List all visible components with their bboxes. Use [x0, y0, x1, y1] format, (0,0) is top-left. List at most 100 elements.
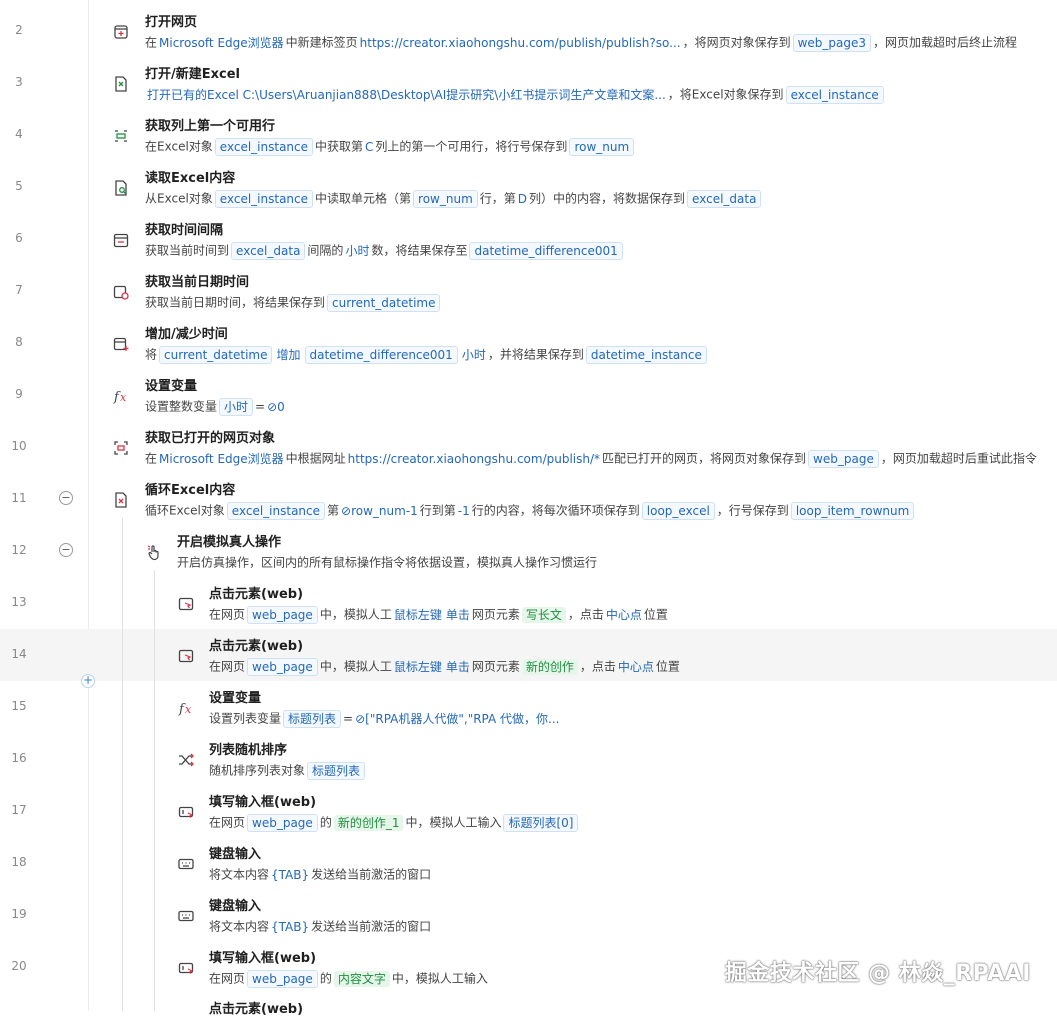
flow-step-row[interactable]: 5 读取Excel内容 从Excel对象 excel_instance 中读取单元格（第… [0, 161, 1057, 213]
step-description: 打开已有的Excel C:\Users\Aruanjian888\Desktop… [145, 85, 886, 104]
variable-chip[interactable]: 标题列表 [283, 709, 342, 728]
param-link[interactable]: 中心点 [618, 660, 654, 674]
param-link[interactable]: Microsoft Edge浏览器 [159, 452, 284, 466]
variable-chip[interactable]: datetime_difference001 [469, 241, 623, 260]
step-title: 打开网页 [145, 15, 198, 30]
variable-chip[interactable]: row_num [413, 189, 478, 208]
variable-chip[interactable]: 标题列表 [307, 761, 366, 780]
param-link[interactable]: -1 [458, 504, 470, 518]
param-link[interactable]: {TAB} [271, 868, 309, 882]
collapse-toggle[interactable]: − [59, 543, 73, 557]
flow-step-row[interactable]: 8 增加/减少时间将 current_datetime 增加 datetime_diff… [0, 317, 1057, 369]
param-link[interactable]: D [518, 192, 527, 206]
step-description: 将 current_datetime 增加 datetime_difference00… [145, 345, 709, 364]
variable-chip[interactable]: datetime_instance [585, 345, 707, 364]
line-number: 13 [11, 595, 27, 609]
param-link[interactable]: 小时 [345, 244, 369, 258]
svg-text:x: x [120, 391, 127, 404]
flow-step-row[interactable]: 10 获取已打开的网页对象在 Microsoft Edge浏览器 中根据网址 https… [0, 421, 1057, 473]
desc-text: 发送给当前激活的窗口 [311, 867, 432, 882]
line-number: 14 [11, 647, 27, 661]
step-title: 打开/新建Excel [145, 67, 240, 82]
step-title: 填写输入框(web) [209, 795, 317, 810]
variable-chip[interactable]: excel_instance [214, 189, 314, 208]
param-link[interactable]: 中心点 [606, 608, 642, 622]
element-chip[interactable]: 新的创作_1 [333, 814, 404, 831]
desc-text: 获取当前日期时间，将结果保存到 [145, 295, 326, 310]
flow-step-row[interactable]: 13 点击元素(web) 在网页 web_page 中，模拟人工 鼠标左键 单击 网页元素 写长… [0, 577, 1057, 629]
variable-chip[interactable]: excel_instance [214, 137, 314, 156]
add-step-button[interactable]: + [81, 674, 95, 688]
flow-step-row[interactable]: 17 填写输入框(web) 在网页 web_page 的新的创作_1 中，模拟人工输入 标题… [0, 785, 1057, 837]
step-description: 随机排序列表对象 标题列表 [209, 761, 367, 780]
collapse-toggle[interactable]: − [59, 491, 73, 505]
variable-chip[interactable]: excel_data [231, 241, 306, 260]
variable-chip[interactable]: web_page [247, 813, 318, 832]
param-link[interactable]: 小时 [462, 348, 486, 362]
desc-text: 数，将结果保存至 [371, 243, 468, 258]
param-link[interactable]: C [365, 140, 373, 154]
desc-text: 行，第 [479, 191, 516, 206]
flow-step-row[interactable]: 9 f x 设置变量 设置整数变量 小时 = ⊘0 [0, 369, 1057, 421]
variable-chip[interactable]: current_datetime [159, 345, 273, 364]
desc-text: 位置 [655, 659, 680, 674]
param-link[interactable]: {TAB} [271, 920, 309, 934]
desc-text: 在 [145, 35, 158, 50]
flow-step-row[interactable]: 7 获取当前日期时间 获取当前日期时间，将结果保存到 current_datetime [0, 265, 1057, 317]
step-title: 键盘输入 [209, 847, 262, 862]
variable-chip[interactable]: 小时 [219, 397, 254, 416]
element-chip[interactable]: 内容文字 [333, 970, 390, 987]
desc-text: ，将网页对象保存到 [682, 35, 791, 50]
param-link[interactable]: ⊘["RPA机器人代做","RPA 代做，你... [355, 712, 559, 726]
variable-chip[interactable]: 标题列表[0] [503, 813, 579, 832]
step-title: 键盘输入 [209, 899, 262, 914]
variable-chip[interactable]: excel_instance [226, 501, 326, 520]
param-link[interactable]: ⊘row_num-1 [341, 504, 418, 518]
flow-step-row[interactable]: 16 列表随机排序 随机排序列表对象 标题列表 [0, 733, 1057, 785]
param-link[interactable]: 单击 [446, 660, 470, 674]
step-title: 设置变量 [209, 691, 262, 706]
variable-chip[interactable]: current_datetime [327, 293, 441, 312]
flow-step-row[interactable]: 2 打开网页在 Microsoft Edge浏览器 中新建标签页 https://cre… [0, 5, 1057, 57]
step-title: 开启模拟真人操作 [177, 535, 282, 550]
variable-chip[interactable]: web_page3 [792, 33, 872, 52]
element-chip[interactable]: 新的创作 [521, 658, 578, 675]
step-description: 将文本内容 {TAB} 发送给当前激活的窗口 [209, 865, 431, 884]
param-link[interactable]: ⊘0 [267, 400, 285, 414]
variable-chip[interactable]: excel_data [687, 189, 762, 208]
flow-step-row[interactable]: 3 打开/新建Excel 打开已有的Excel C:\Users\Aruanjian… [0, 57, 1057, 109]
variable-chip[interactable]: loop_item_rownum [790, 501, 915, 520]
flow-step-row[interactable]: 14 点击元素(web) 在网页 web_page 中，模拟人工 鼠标左键 单击 网页元素 新的… [0, 629, 1057, 681]
param-link[interactable]: 鼠标左键 [394, 608, 442, 622]
desc-text: 中根据网址 [285, 451, 346, 466]
param-link[interactable]: 打开已有的Excel C:\Users\Aruanjian888\Desktop… [147, 88, 666, 102]
flow-step-row[interactable]: 11 − 循环Excel内容 循环Excel对象 excel_instance 第 ⊘row… [0, 473, 1057, 525]
desc-text: 随机排序列表对象 [209, 763, 306, 778]
variable-chip[interactable]: web_page [247, 605, 318, 624]
flow-step-row[interactable]: 18 键盘输入 将文本内容 {TAB} 发送给当前激活的窗口 [0, 837, 1057, 889]
variable-chip[interactable]: web_page [247, 969, 318, 988]
flow-step-row[interactable]: 6 获取时间间隔 获取当前时间到 excel_data 间隔的 小时 数，将结果保存至 dat… [0, 213, 1057, 265]
variable-chip[interactable]: web_page [247, 657, 318, 676]
param-link[interactable]: https://creator.xiaohongshu.com/publish/… [360, 36, 681, 50]
param-link[interactable]: 鼠标左键 [394, 660, 442, 674]
variable-chip[interactable]: excel_instance [785, 85, 884, 104]
variable-chip[interactable]: datetime_difference001 [304, 345, 458, 364]
param-link[interactable]: 增加 [276, 348, 300, 362]
variable-chip[interactable]: loop_excel [641, 501, 715, 520]
variable-chip[interactable]: row_num [569, 137, 635, 156]
param-link[interactable]: Microsoft Edge浏览器 [159, 36, 284, 50]
line-number: 11 [11, 491, 27, 505]
flow-step-row[interactable]: 4 获取列上第一个可用行 在Excel对象 excel_instance 中获取第 C 列上… [0, 109, 1057, 161]
flow-step-row[interactable]: 19 键盘输入 将文本内容 {TAB} 发送给当前激活的窗口 [0, 889, 1057, 941]
flow-step-row[interactable]: 15 f x 设置变量 设置列表变量 标题列表 = ⊘["RPA机器人代做","RPA 代做，… [0, 681, 1057, 733]
element-chip[interactable]: 写长文 [521, 606, 566, 623]
param-link[interactable]: https://creator.xiaohongshu.com/publish/… [348, 452, 600, 466]
click-element-icon [177, 595, 195, 613]
step-title: 循环Excel内容 [145, 483, 236, 498]
desc-text: 开启仿真操作，区间内的所有鼠标操作指令将依据设置，模拟真人操作习惯运行 [177, 555, 598, 570]
flow-step-row[interactable]: 12 − 开启模拟真人操作 开启仿真操作，区间内的所有鼠标操作指令将依据设置，模拟真人… [0, 525, 1057, 577]
variable-chip[interactable]: web_page [808, 449, 879, 468]
param-link[interactable]: 单击 [446, 608, 470, 622]
column-row-icon [112, 127, 130, 145]
